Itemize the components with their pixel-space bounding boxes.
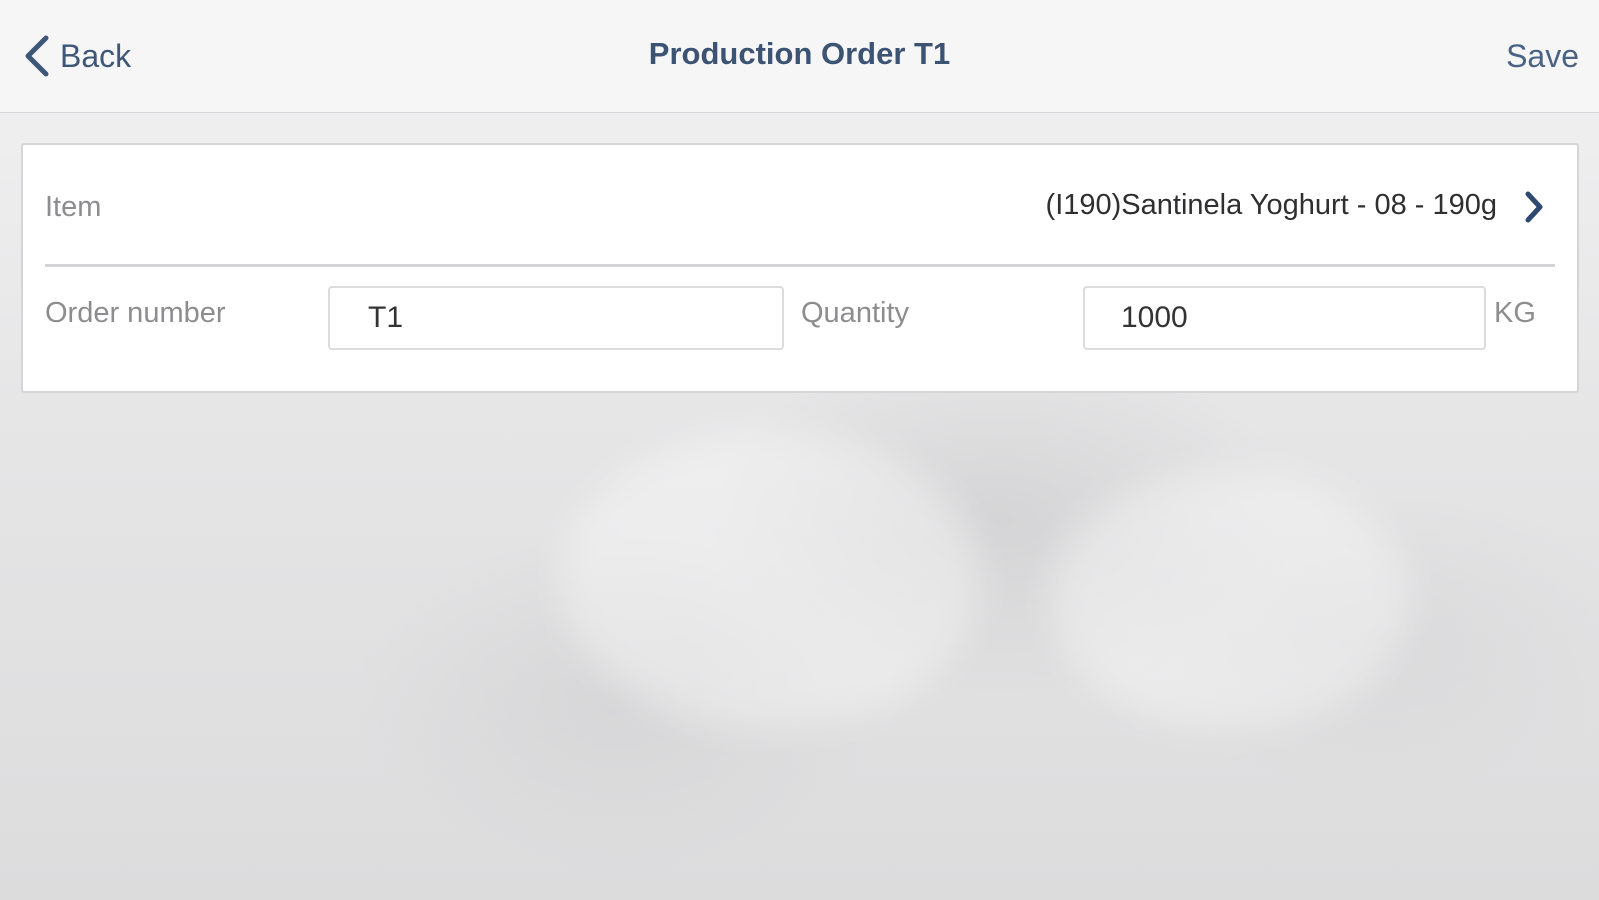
divider [45, 264, 1555, 267]
item-label: Item [45, 191, 102, 223]
save-button[interactable]: Save [1506, 38, 1579, 75]
order-number-label: Order number [45, 297, 226, 329]
quantity-input[interactable]: 1000 [1083, 286, 1486, 350]
navigation-bar: Back Production Order T1 Save [0, 0, 1599, 113]
item-row[interactable]: Item (I190)Santinela Yoghurt - 08 - 190g [23, 145, 1577, 265]
production-order-form: Item (I190)Santinela Yoghurt - 08 - 190g… [21, 143, 1579, 393]
background-decoration [1050, 470, 1410, 730]
page-title: Production Order T1 [648, 36, 951, 71]
order-number-input[interactable]: T1 [328, 286, 784, 350]
chevron-right-icon [1525, 191, 1543, 223]
quantity-label: Quantity [801, 297, 909, 329]
background-decoration [560, 430, 980, 730]
item-value: (I190)Santinela Yoghurt - 08 - 190g [1045, 189, 1497, 221]
quantity-unit-label: KG [1494, 297, 1536, 329]
